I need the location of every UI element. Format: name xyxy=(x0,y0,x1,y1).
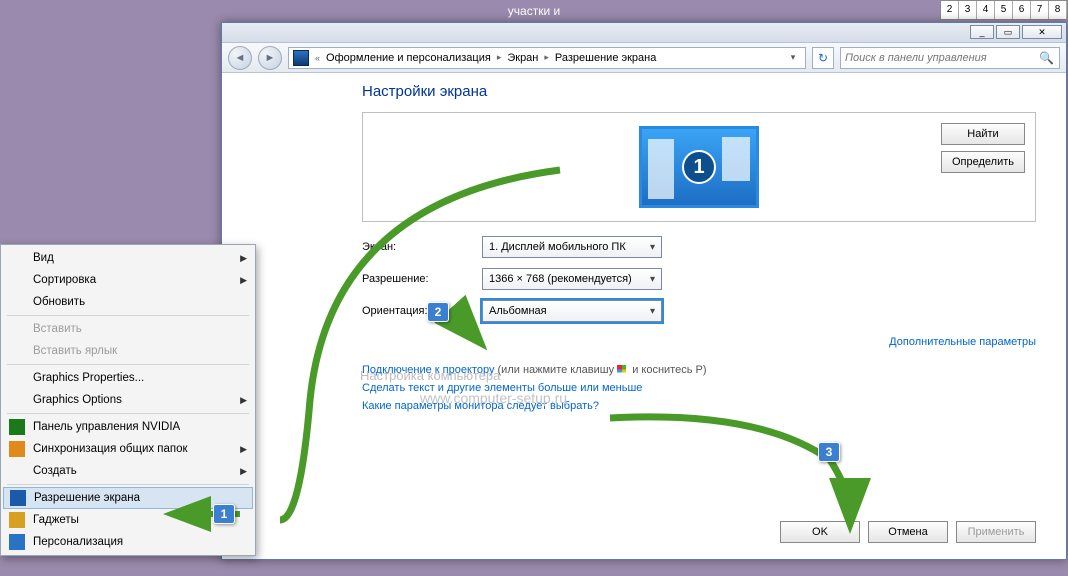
context-menu-item[interactable]: Graphics Properties... xyxy=(3,367,253,389)
context-menu-item: Вставить ярлык xyxy=(3,340,253,362)
submenu-arrow-icon: ▶ xyxy=(240,275,247,286)
breadcrumb-prefix: « xyxy=(315,53,320,63)
search-input[interactable] xyxy=(845,52,1039,64)
page-title: Настройки экрана xyxy=(362,83,1036,100)
ruler-tick: 3 xyxy=(959,1,977,19)
advanced-row: Дополнительные параметры xyxy=(362,332,1036,350)
apply-button: Применить xyxy=(956,521,1036,543)
detect-button[interactable]: Определить xyxy=(941,151,1025,173)
menu-item-icon xyxy=(10,490,26,506)
submenu-arrow-icon: ▶ xyxy=(240,466,247,477)
callout-3: 3 xyxy=(818,442,840,462)
projector-hint-2: и коснитесь P) xyxy=(632,364,706,376)
menu-item-label: Обновить xyxy=(33,296,85,308)
windows-key-icon xyxy=(617,365,629,375)
menu-item-label: Синхронизация общих папок xyxy=(33,443,188,455)
maximize-button[interactable]: ▭ xyxy=(996,25,1020,39)
window-titlebar[interactable]: _ ▭ ✕ xyxy=(222,23,1066,43)
ruler-tick: 2 xyxy=(941,1,959,19)
context-menu-item[interactable]: Персонализация xyxy=(3,531,253,553)
ruler-tick: 5 xyxy=(995,1,1013,19)
chevron-right-icon: ▸ xyxy=(544,52,549,63)
breadcrumb[interactable]: « Оформление и персонализация ▸ Экран ▸ … xyxy=(288,47,806,69)
context-menu-item[interactable]: Панель управления NVIDIA xyxy=(3,416,253,438)
orientation-dropdown[interactable]: Альбомная xyxy=(482,300,662,322)
screen-label: Экран: xyxy=(362,241,482,253)
resolution-label: Разрешение: xyxy=(362,273,482,285)
breadcrumb-item[interactable]: Разрешение экрана xyxy=(555,52,656,64)
menu-item-icon xyxy=(9,419,25,435)
search-icon[interactable]: 🔍 xyxy=(1039,51,1055,65)
context-menu-item[interactable]: Вид ▶ xyxy=(3,247,253,269)
ruler: 2345678 xyxy=(940,0,1068,20)
monitor-number-badge: 1 xyxy=(682,150,716,184)
cancel-button[interactable]: Отмена xyxy=(868,521,948,543)
display-arrangement-box[interactable]: 1 Найти Определить xyxy=(362,112,1036,222)
menu-item-label: Персонализация xyxy=(33,536,123,548)
menu-item-icon xyxy=(9,534,25,550)
submenu-arrow-icon: ▶ xyxy=(240,253,247,264)
resolution-dropdown[interactable]: 1366 × 768 (рекомендуется) xyxy=(482,268,662,290)
search-box[interactable]: 🔍 xyxy=(840,47,1060,69)
taskbar-title: участки и xyxy=(0,0,1068,22)
close-button[interactable]: ✕ xyxy=(1022,25,1062,39)
menu-item-label: Вид xyxy=(33,252,54,264)
projector-hint-1: (или нажмите клавишу xyxy=(498,364,618,376)
breadcrumb-item[interactable]: Экран xyxy=(507,52,538,64)
chevron-right-icon: ▸ xyxy=(497,52,502,63)
refresh-button[interactable]: ↻ xyxy=(812,47,834,69)
context-menu-item[interactable]: Создать ▶ xyxy=(3,460,253,482)
submenu-arrow-icon: ▶ xyxy=(240,444,247,455)
ruler-tick: 4 xyxy=(977,1,995,19)
menu-item-icon xyxy=(9,441,25,457)
submenu-arrow-icon: ▶ xyxy=(240,395,247,406)
address-dropdown-icon[interactable]: ▾ xyxy=(785,52,801,63)
screen-dropdown[interactable]: 1. Дисплей мобильного ПК xyxy=(482,236,662,258)
context-menu-item[interactable]: Обновить xyxy=(3,291,253,313)
ok-button[interactable]: OK xyxy=(780,521,860,543)
context-menu-item: Вставить xyxy=(3,318,253,340)
menu-item-label: Вставить ярлык xyxy=(33,345,117,357)
minimize-button[interactable]: _ xyxy=(970,25,994,39)
menu-item-label: Вставить xyxy=(33,323,82,335)
monitor-help-link[interactable]: Какие параметры монитора следует выбрать… xyxy=(362,400,599,412)
ruler-tick: 6 xyxy=(1013,1,1031,19)
ruler-tick: 7 xyxy=(1031,1,1049,19)
find-button[interactable]: Найти xyxy=(941,123,1025,145)
context-menu-item[interactable]: Синхронизация общих папок ▶ xyxy=(3,438,253,460)
advanced-settings-link[interactable]: Дополнительные параметры xyxy=(889,336,1036,348)
menu-item-label: Разрешение экрана xyxy=(34,492,140,504)
ruler-tick: 8 xyxy=(1049,1,1067,19)
context-menu-item[interactable]: Сортировка ▶ xyxy=(3,269,253,291)
projector-link[interactable]: Подключение к проектору xyxy=(362,364,494,376)
callout-1: 1 xyxy=(213,504,235,524)
content-area: Настройки экрана 1 Найти Определить Экра… xyxy=(222,73,1066,559)
address-bar-row: ◄ ► « Оформление и персонализация ▸ Экра… xyxy=(222,43,1066,73)
menu-item-icon xyxy=(9,512,25,528)
text-size-link[interactable]: Сделать текст и другие элементы больше и… xyxy=(362,382,642,394)
control-panel-window: _ ▭ ✕ ◄ ► « Оформление и персонализация … xyxy=(221,22,1067,560)
control-panel-icon xyxy=(293,50,309,66)
menu-item-label: Панель управления NVIDIA xyxy=(33,421,180,433)
menu-item-label: Создать xyxy=(33,465,77,477)
menu-item-label: Сортировка xyxy=(33,274,96,286)
menu-item-label: Graphics Options xyxy=(33,394,122,406)
callout-2: 2 xyxy=(427,302,449,322)
monitor-thumbnail[interactable]: 1 xyxy=(639,126,759,208)
back-button[interactable]: ◄ xyxy=(228,46,252,70)
breadcrumb-item[interactable]: Оформление и персонализация xyxy=(326,52,491,64)
menu-item-label: Гаджеты xyxy=(33,514,79,526)
context-menu-item[interactable]: Graphics Options ▶ xyxy=(3,389,253,411)
menu-item-label: Graphics Properties... xyxy=(33,372,144,384)
orientation-label: Ориентация: xyxy=(362,305,482,317)
forward-button[interactable]: ► xyxy=(258,46,282,70)
